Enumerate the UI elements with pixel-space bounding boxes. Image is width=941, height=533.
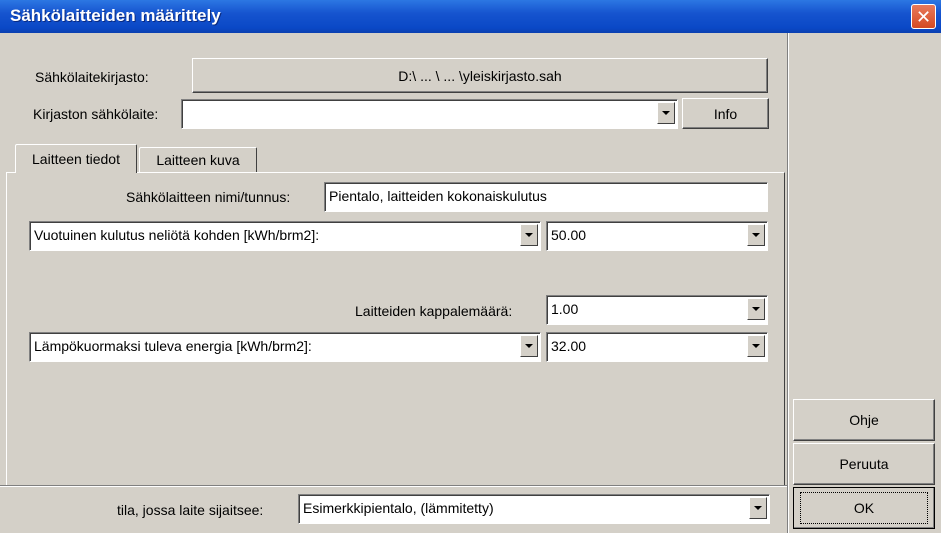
heatload-type-value: Lämpökuormaksi tuleva energia [kWh/brm2]… — [34, 338, 312, 354]
library-path-text: D:\ ... \ ... \yleiskirjasto.sah — [398, 67, 562, 84]
dialog-window: Sähkölaitteiden määrittely ✕ Sähkölaitek… — [0, 0, 941, 533]
close-button[interactable]: ✕ — [911, 4, 936, 29]
title-bar[interactable]: Sähkölaitteiden määrittely ✕ — [0, 0, 941, 33]
tab-laitteen-tiedot[interactable]: Laitteen tiedot — [15, 144, 137, 173]
cancel-button-label: Peruuta — [839, 456, 889, 472]
consumption-value-dropdown-button[interactable] — [747, 224, 765, 246]
tab-label: Laitteen kuva — [156, 152, 240, 168]
right-separator-highlight — [788, 33, 789, 533]
heatload-type-select[interactable]: Lämpökuormaksi tuleva energia [kWh/brm2]… — [29, 332, 541, 362]
ok-button[interactable]: OK — [793, 487, 935, 529]
help-button-label: Ohje — [849, 412, 879, 428]
chevron-down-icon — [754, 506, 762, 510]
consumption-type-value: Vuotuinen kulutus neliötä kohden [kWh/br… — [34, 227, 320, 243]
location-value: Esimerkkipientalo, (lämmitetty) — [303, 500, 494, 516]
cancel-button[interactable]: Peruuta — [793, 443, 935, 485]
chevron-down-icon — [525, 233, 533, 237]
close-icon: ✕ — [915, 6, 932, 27]
chevron-down-icon — [662, 111, 670, 115]
library-device-label: Kirjaston sähkölaite: — [33, 106, 159, 122]
info-button-label: Info — [713, 105, 738, 122]
bottom-separator-highlight — [0, 486, 787, 487]
focus-ring — [800, 492, 928, 524]
info-button[interactable]: Info — [682, 98, 769, 129]
heatload-value: 32.00 — [551, 338, 587, 354]
device-count-value: 1.00 — [551, 301, 579, 317]
location-dropdown-button[interactable] — [749, 497, 767, 519]
help-button[interactable]: Ohje — [793, 399, 935, 441]
library-device-select[interactable] — [181, 99, 678, 129]
window-title: Sähkölaitteiden määrittely — [10, 6, 221, 25]
device-count-select[interactable]: 1.00 — [546, 295, 768, 325]
device-count-label: Laitteiden kappalemäärä: — [355, 303, 513, 319]
tab-laitteen-kuva[interactable]: Laitteen kuva — [139, 147, 257, 172]
consumption-type-dropdown-button[interactable] — [520, 224, 538, 246]
library-device-dropdown-button[interactable] — [657, 102, 675, 124]
chevron-down-icon — [752, 344, 760, 348]
tab-label: Laitteen tiedot — [32, 151, 120, 167]
consumption-value-select[interactable]: 50.00 — [546, 221, 768, 251]
chevron-down-icon — [752, 233, 760, 237]
device-count-dropdown-button[interactable] — [747, 298, 765, 320]
consumption-value: 50.00 — [551, 227, 587, 243]
consumption-type-select[interactable]: Vuotuinen kulutus neliötä kohden [kWh/br… — [29, 221, 541, 251]
device-name-label: Sähkölaitteen nimi/tunnus: — [126, 189, 291, 205]
heatload-type-dropdown-button[interactable] — [520, 335, 538, 357]
chevron-down-icon — [525, 344, 533, 348]
library-path-button[interactable]: D:\ ... \ ... \yleiskirjasto.sah — [192, 58, 768, 93]
heatload-value-dropdown-button[interactable] — [747, 335, 765, 357]
library-label: Sähkölaitekirjasto: — [35, 69, 149, 85]
tab-panel-details — [6, 172, 785, 486]
chevron-down-icon — [752, 307, 760, 311]
location-label: tila, jossa laite sijaitsee: — [117, 502, 264, 518]
location-select[interactable]: Esimerkkipientalo, (lämmitetty) — [298, 494, 770, 524]
heatload-value-select[interactable]: 32.00 — [546, 332, 768, 362]
dialog-content: Sähkölaitekirjasto: D:\ ... \ ... \yleis… — [0, 33, 941, 533]
device-name-input[interactable]: Pientalo, laitteiden kokonaiskulutus — [324, 182, 768, 212]
